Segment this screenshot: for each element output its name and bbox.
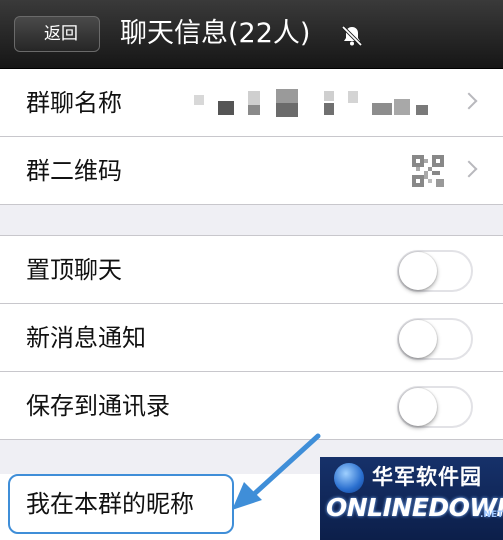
save-to-contacts-toggle[interactable] xyxy=(397,386,473,428)
qr-code-label: 群二维码 xyxy=(26,157,122,185)
save-to-contacts-row: 保存到通讯录 xyxy=(0,372,503,440)
group-nickname-label: 我在本群的昵称 xyxy=(26,490,194,518)
watermark-en-text: ONLINEDOWN xyxy=(326,493,503,522)
watermark-logo: 华军软件园 ONLINEDOWN .NET xyxy=(320,457,503,540)
watermark-net-text: .NET xyxy=(480,510,503,520)
new-message-notify-label: 新消息通知 xyxy=(26,324,146,352)
pin-chat-label: 置顶聊天 xyxy=(26,256,122,284)
toggle-knob xyxy=(399,320,437,358)
pin-chat-toggle[interactable] xyxy=(397,250,473,292)
qr-code-icon xyxy=(412,155,444,187)
nickname-highlight-box[interactable]: 我在本群的昵称 xyxy=(8,474,234,534)
new-message-notify-row: 新消息通知 xyxy=(0,304,503,372)
globe-icon xyxy=(334,463,364,493)
toggle-knob xyxy=(399,388,437,426)
navigation-bar: 返回 聊天信息(22人) xyxy=(0,0,503,69)
back-button-label: 返回 xyxy=(44,24,78,44)
annotation-arrow-icon xyxy=(232,433,321,510)
section-separator xyxy=(0,205,503,236)
group-name-value-blurred xyxy=(182,89,442,117)
pin-chat-row: 置顶聊天 xyxy=(0,236,503,304)
chevron-right-icon xyxy=(460,92,478,110)
toggle-knob xyxy=(399,252,437,290)
qr-code-row[interactable]: 群二维码 xyxy=(0,137,503,205)
back-button[interactable]: 返回 xyxy=(14,16,100,52)
new-message-notify-toggle[interactable] xyxy=(397,318,473,360)
chevron-right-icon xyxy=(460,160,478,178)
save-to-contacts-label: 保存到通讯录 xyxy=(26,392,170,420)
group-name-row[interactable]: 群聊名称 xyxy=(0,69,503,137)
watermark-cn-text: 华军软件园 xyxy=(372,465,482,489)
bell-off-icon xyxy=(341,25,363,47)
group-name-label: 群聊名称 xyxy=(26,89,122,117)
page-title: 聊天信息(22人) xyxy=(120,18,311,49)
